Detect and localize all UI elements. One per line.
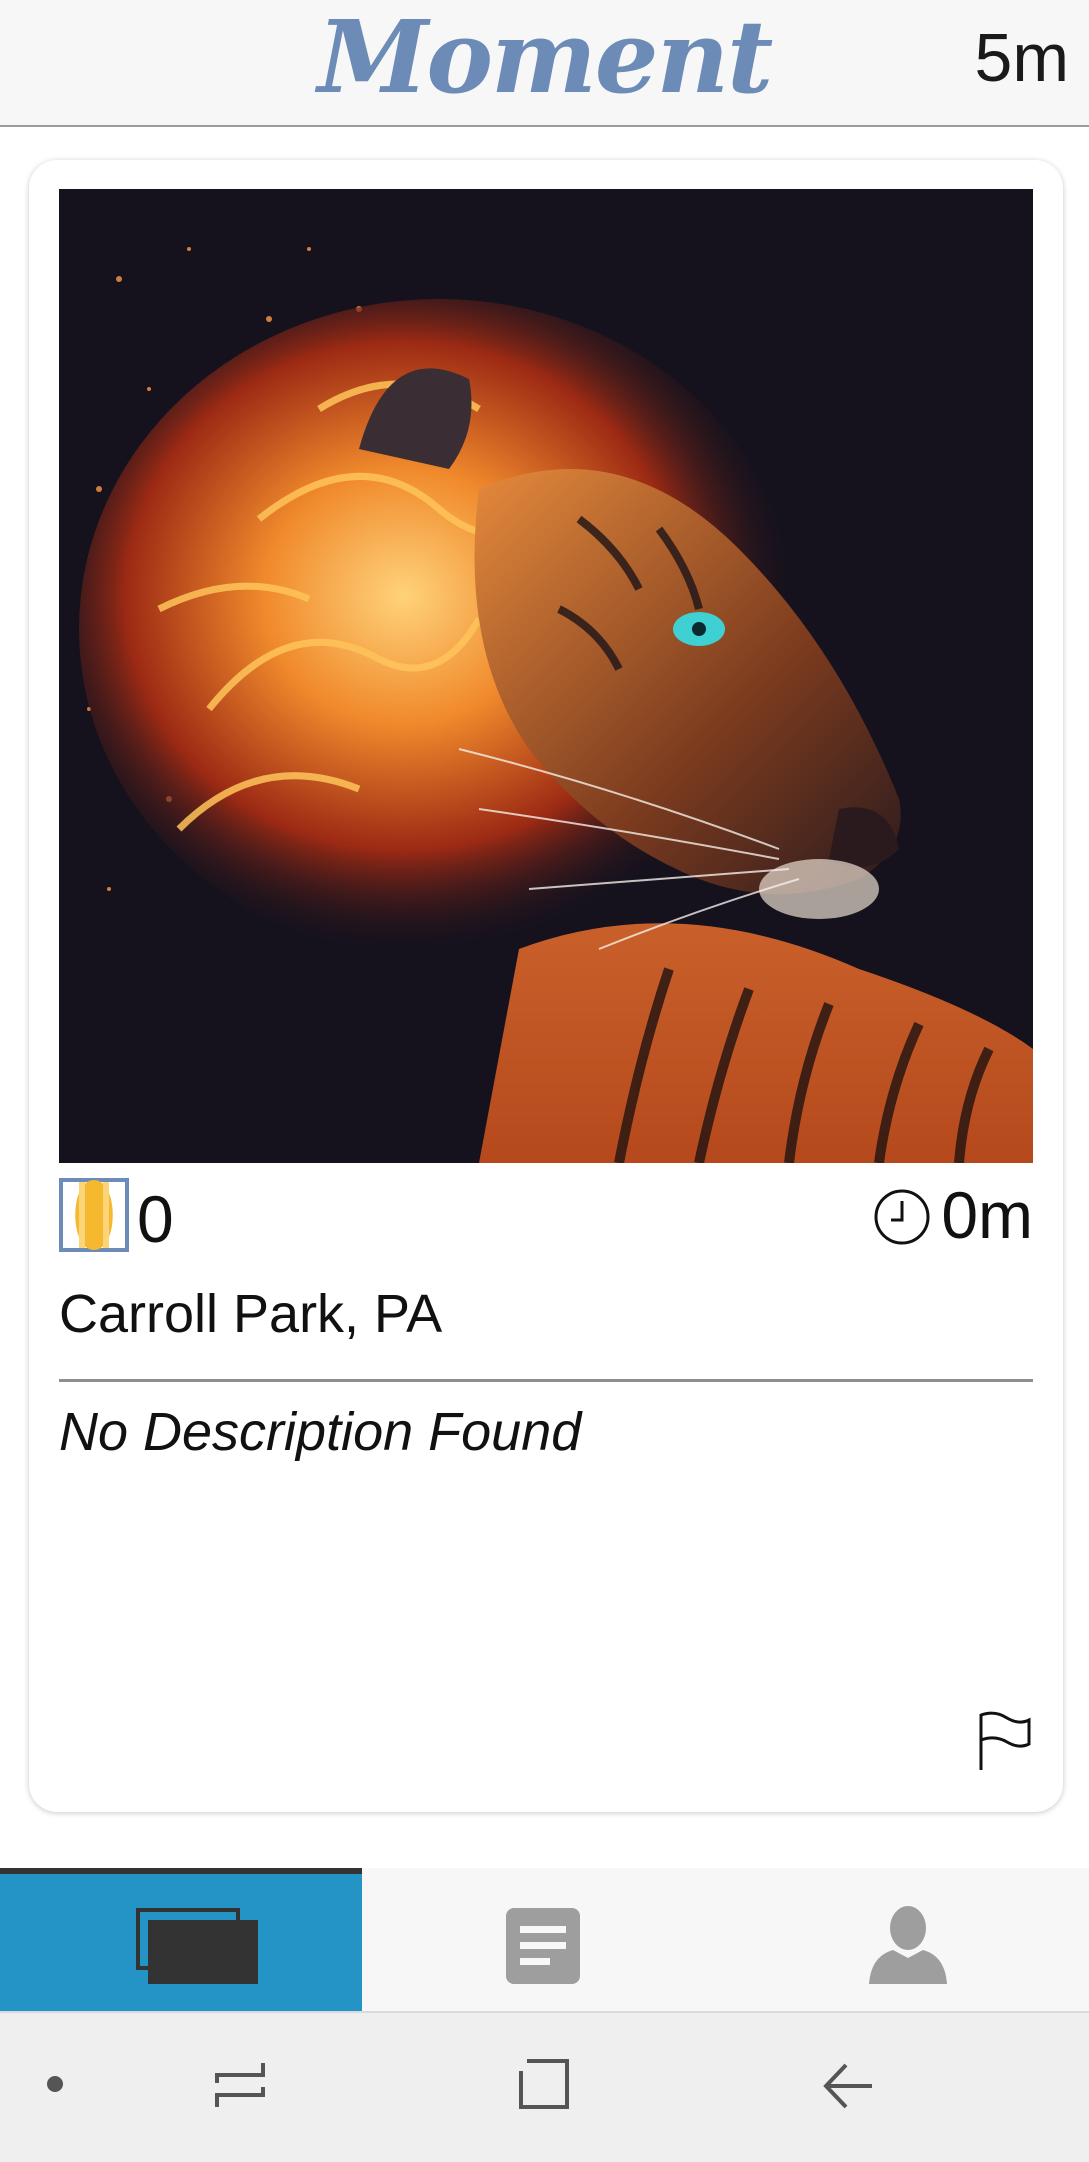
document-icon — [506, 1908, 580, 1984]
stacked-cards-icon — [136, 1908, 258, 1984]
bottom-tab-bar — [0, 1868, 1089, 2011]
vote-meter-icon[interactable] — [59, 1178, 129, 1252]
app-screen: Moment 5m 0 0m Carroll Park, PA No Descr… — [0, 0, 1089, 2162]
tab-profile[interactable] — [724, 1868, 1089, 2011]
header-elapsed-time: 5m — [974, 20, 1069, 96]
vote-count: 0 — [137, 1182, 174, 1256]
dot-icon — [46, 2075, 64, 2093]
app-header: Moment 5m — [0, 0, 1089, 127]
card-divider — [59, 1379, 1033, 1382]
home-square-icon[interactable] — [517, 2057, 571, 2111]
post-age-group: 0m — [853, 1178, 1033, 1252]
tiger-image — [59, 189, 1033, 1163]
back-arrow-icon[interactable] — [822, 2063, 874, 2109]
flag-icon[interactable] — [977, 1710, 1033, 1772]
clock-icon — [873, 1188, 931, 1246]
tab-feed[interactable] — [0, 1868, 362, 2011]
post-photo[interactable] — [59, 189, 1033, 1163]
post-card[interactable]: 0 0m Carroll Park, PA No Description Fou… — [29, 160, 1063, 1812]
recents-icon[interactable] — [214, 2061, 266, 2109]
post-description: No Description Found — [59, 1402, 582, 1462]
app-logo: Moment — [317, 0, 774, 116]
post-stats-row: 0 0m — [59, 1178, 1033, 1258]
post-location: Carroll Park, PA — [59, 1284, 443, 1344]
tab-list[interactable] — [362, 1868, 724, 2011]
system-nav-bar — [0, 2011, 1089, 2162]
post-age: 0m — [941, 1178, 1033, 1252]
person-icon — [869, 1906, 947, 1984]
